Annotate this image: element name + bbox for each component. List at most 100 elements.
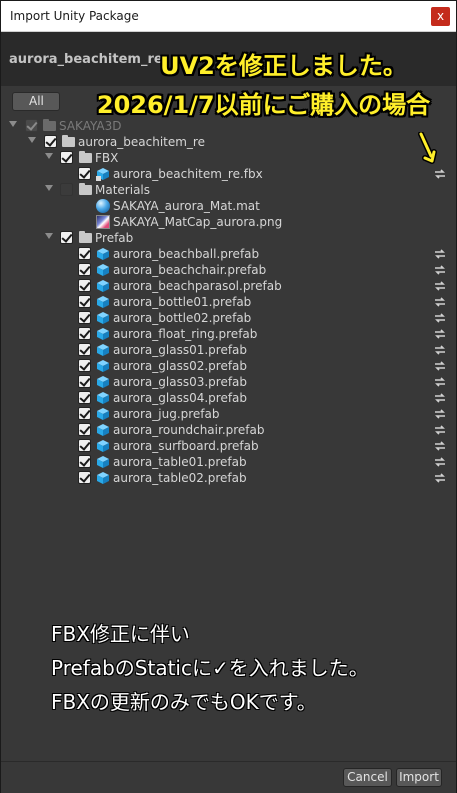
tree-row-materials-folder[interactable]: Materials bbox=[1, 182, 456, 198]
checkbox-prefab[interactable] bbox=[78, 343, 91, 356]
tree-row-texture[interactable]: SAKAYA_MatCap_aurora.png bbox=[1, 214, 456, 230]
prefab-cube-icon bbox=[97, 424, 109, 436]
prefab-cube-icon bbox=[97, 360, 109, 372]
checkbox-prefab[interactable] bbox=[78, 471, 91, 484]
tree-row-root[interactable]: SAKAYA3D bbox=[1, 118, 456, 134]
reimport-icon bbox=[435, 473, 445, 483]
tree-row-prefab[interactable]: aurora_jug.prefab bbox=[1, 406, 456, 422]
checkbox-prefab[interactable] bbox=[78, 247, 91, 260]
tree-row-prefab[interactable]: aurora_bottle02.prefab bbox=[1, 310, 456, 326]
material-sphere-icon bbox=[96, 199, 110, 213]
tree-row-prefab[interactable]: aurora_table01.prefab bbox=[1, 454, 456, 470]
checkbox-prefab[interactable] bbox=[78, 423, 91, 436]
prefab-cube-icon bbox=[97, 312, 109, 324]
checkbox-root[interactable] bbox=[25, 119, 38, 132]
tree-row-prefab[interactable]: aurora_bottle01.prefab bbox=[1, 294, 456, 310]
tree-row-material[interactable]: SAKAYA_aurora_Mat.mat bbox=[1, 198, 456, 214]
tree-row-fbx-folder[interactable]: FBX bbox=[1, 150, 456, 166]
tree-label-texture: SAKAYA_MatCap_aurora.png bbox=[113, 215, 283, 229]
tree-row-prefab-folder[interactable]: Prefab bbox=[1, 230, 456, 246]
expand-arrow-icon[interactable] bbox=[45, 185, 53, 191]
overlay-note-2: PrefabのStaticに✓を入れました。 bbox=[51, 656, 369, 680]
cancel-button[interactable]: Cancel bbox=[343, 768, 392, 787]
tree-row-prefab[interactable]: aurora_surfboard.prefab bbox=[1, 438, 456, 454]
prefab-cube-icon bbox=[97, 264, 109, 276]
prefab-cube-icon bbox=[97, 376, 109, 388]
tree-row-prefab[interactable]: aurora_glass03.prefab bbox=[1, 374, 456, 390]
checkbox-fbx-folder[interactable] bbox=[60, 151, 73, 164]
folder-icon bbox=[79, 151, 92, 163]
prefab-cube-icon bbox=[97, 344, 109, 356]
checkbox-prefab[interactable] bbox=[78, 295, 91, 308]
checkbox-prefab[interactable] bbox=[78, 407, 91, 420]
checkbox-prefab[interactable] bbox=[78, 359, 91, 372]
reimport-icon bbox=[435, 377, 445, 387]
reimport-icon bbox=[435, 409, 445, 419]
checkbox-prefab[interactable] bbox=[78, 327, 91, 340]
folder-icon bbox=[62, 135, 75, 147]
tree-label-fbx-file: aurora_beachitem_re.fbx bbox=[113, 167, 263, 181]
checkbox-prefab[interactable] bbox=[78, 263, 91, 276]
prefab-cube-icon bbox=[97, 248, 109, 260]
tree-row-package-folder[interactable]: aurora_beachitem_re bbox=[1, 134, 456, 150]
tree-row-prefab[interactable]: aurora_float_ring.prefab bbox=[1, 326, 456, 342]
prefab-cube-icon bbox=[97, 296, 109, 308]
overlay-headline-2: 2026/1/7以前にご購入の場合 bbox=[96, 91, 431, 119]
prefab-cube-icon bbox=[97, 408, 109, 420]
tree-row-prefab[interactable]: aurora_beachparasol.prefab bbox=[1, 278, 456, 294]
tree-label-prefab: aurora_table01.prefab bbox=[113, 455, 247, 469]
window-title: Import Unity Package bbox=[10, 9, 139, 23]
checkbox-prefab[interactable] bbox=[78, 455, 91, 468]
prefab-cube-icon bbox=[97, 456, 109, 468]
checkbox-prefab[interactable] bbox=[78, 375, 91, 388]
tree-row-prefab[interactable]: aurora_glass01.prefab bbox=[1, 342, 456, 358]
prefab-cube-icon bbox=[97, 440, 109, 452]
tree-label-prefab: aurora_beachchair.prefab bbox=[113, 263, 267, 277]
prefab-cube-icon bbox=[97, 392, 109, 404]
expand-arrow-icon[interactable] bbox=[9, 121, 17, 127]
prefab-cube-icon bbox=[97, 472, 109, 484]
reimport-icon bbox=[435, 313, 445, 323]
dialog-footer: Cancel Import bbox=[1, 761, 456, 793]
checkbox-prefab[interactable] bbox=[78, 439, 91, 452]
reimport-icon bbox=[435, 457, 445, 467]
folder-icon bbox=[79, 231, 92, 243]
tree-row-prefab[interactable]: aurora_glass02.prefab bbox=[1, 358, 456, 374]
tree-row-prefab[interactable]: aurora_table02.prefab bbox=[1, 470, 456, 486]
title-bar: Import Unity Package x bbox=[1, 1, 456, 32]
model-cube-icon bbox=[96, 168, 109, 181]
prefab-cube-icon bbox=[97, 280, 109, 292]
texture-image-icon bbox=[96, 215, 110, 229]
folder-icon bbox=[43, 119, 56, 131]
close-button[interactable]: x bbox=[431, 7, 450, 26]
checkbox-prefab[interactable] bbox=[78, 279, 91, 292]
tree-row-prefab[interactable]: aurora_beachchair.prefab bbox=[1, 262, 456, 278]
checkbox-package-folder[interactable] bbox=[44, 135, 57, 148]
expand-arrow-icon[interactable] bbox=[45, 153, 53, 159]
folder-icon bbox=[79, 183, 92, 195]
checkbox-prefab-folder[interactable] bbox=[60, 231, 73, 244]
reimport-icon bbox=[435, 361, 445, 371]
checkbox-materials-folder[interactable] bbox=[60, 183, 73, 196]
checkbox-prefab[interactable] bbox=[78, 311, 91, 324]
reimport-icon bbox=[435, 297, 445, 307]
reimport-icon bbox=[435, 441, 445, 451]
tree-label-prefab: aurora_roundchair.prefab bbox=[113, 423, 265, 437]
pointer-arrow-icon bbox=[418, 132, 437, 164]
tree-label-prefab: aurora_beachball.prefab bbox=[113, 247, 260, 261]
tree-label-prefab: aurora_bottle02.prefab bbox=[113, 311, 252, 325]
tree-label-prefab: aurora_jug.prefab bbox=[113, 407, 220, 421]
tree-row-prefab[interactable]: aurora_roundchair.prefab bbox=[1, 422, 456, 438]
expand-arrow-icon[interactable] bbox=[45, 233, 53, 239]
checkbox-fbx-file[interactable] bbox=[78, 167, 91, 180]
checkbox-prefab[interactable] bbox=[78, 391, 91, 404]
tree-row-fbx-file[interactable]: aurora_beachitem_re.fbx bbox=[1, 166, 456, 182]
tree-label-prefab: aurora_float_ring.prefab bbox=[113, 327, 258, 341]
tree-label-prefab: aurora_glass04.prefab bbox=[113, 391, 248, 405]
tree-row-prefab[interactable]: aurora_glass04.prefab bbox=[1, 390, 456, 406]
overlay-note-3: FBXの更新のみでもOKです。 bbox=[51, 690, 317, 714]
import-button[interactable]: Import bbox=[396, 768, 442, 787]
expand-arrow-icon[interactable] bbox=[28, 137, 36, 143]
tree-label-prefab: aurora_glass01.prefab bbox=[113, 343, 248, 357]
tree-row-prefab[interactable]: aurora_beachball.prefab bbox=[1, 246, 456, 262]
